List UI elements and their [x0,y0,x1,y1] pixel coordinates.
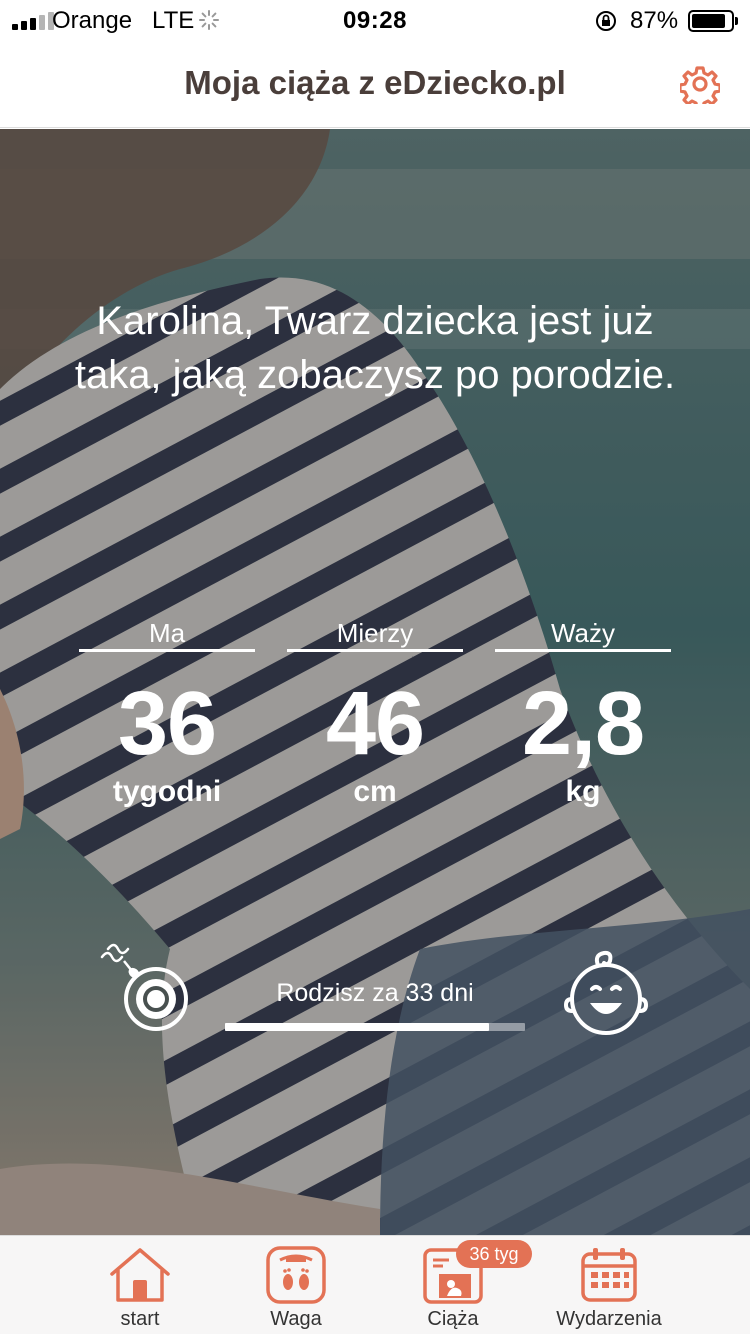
daily-message: Karolina, Twarz dziecka jest już taka, j… [74,299,676,397]
scale-icon [266,1246,326,1304]
page-title: Moja ciąża z eDziecko.pl [184,64,566,101]
stat-label: Mierzy [287,616,463,652]
battery-percent: 87% [630,7,679,34]
rotation-lock-icon [596,11,616,31]
tab-bar: start Waga Ciąża Wydarzenia [0,1235,750,1334]
hero-section: Karolina, Twarz dziecka jest już taka, j… [0,129,750,1235]
stat-value: 36 [117,674,217,774]
progress-track [225,1023,525,1031]
gear-icon[interactable] [680,64,720,104]
stat-value: 46 [325,674,425,774]
app-header: Moja ciąża z eDziecko.pl [0,40,750,128]
stat-length: Mierzy 46 cm [287,616,463,810]
conception-icon [100,943,188,1031]
stat-label: Waży [495,616,671,652]
house-icon [110,1248,170,1302]
tab-label: Waga [270,1308,322,1330]
calendar-icon [581,1248,637,1302]
stat-unit: cm [353,775,397,808]
stat-label: Ma [79,616,255,652]
tab-wydarzenia[interactable]: Wydarzenia [531,1236,687,1334]
progress-fill [225,1023,489,1031]
stat-weight: Waży 2,8 kg [495,616,671,810]
stat-age: Ma 36 tygodni [79,616,255,810]
stats-row: Ma 36 tygodni Mierzy 46 cm Waży 2,8 kg [79,616,671,846]
tab-label: Ciąża [427,1308,479,1330]
baby-face-icon [563,950,649,1035]
stat-value: 2,8 [521,674,645,774]
due-countdown: Rodzisz za 33 dni [276,979,474,1007]
tab-label: Wydarzenia [556,1308,662,1330]
tab-label: start [120,1308,160,1330]
battery-icon [688,10,738,32]
week-badge: 36 tyg [456,1240,532,1268]
stat-unit: kg [565,775,601,808]
stat-unit: tygodni [112,775,222,808]
tab-waga[interactable]: Waga [218,1236,374,1334]
status-bar: Orange LTE 09:28 87% [0,0,750,40]
tab-start[interactable]: start [62,1236,218,1334]
pregnancy-progress: Rodzisz za 33 dni [0,941,750,1041]
